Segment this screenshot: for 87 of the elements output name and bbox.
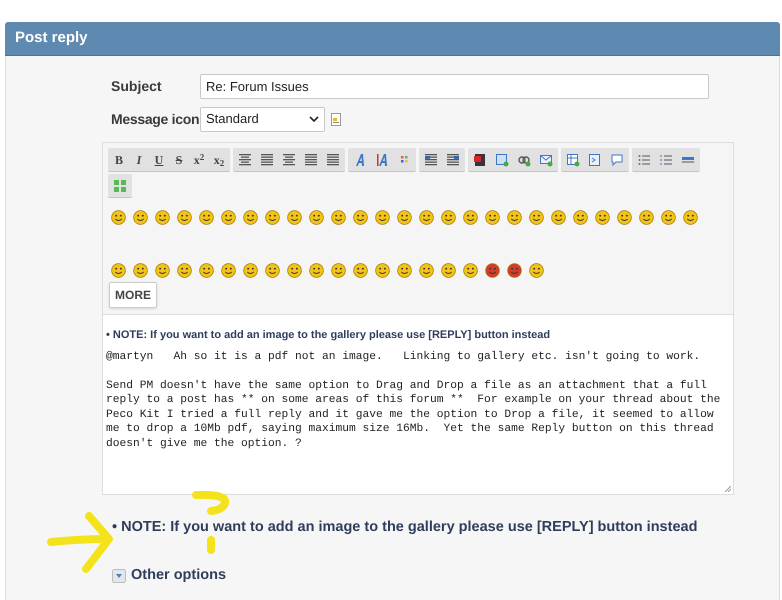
align-icon <box>239 154 251 166</box>
panel-title: Post reply <box>15 28 88 48</box>
bullet-list-icon <box>638 154 650 166</box>
smiley-icon[interactable] <box>199 210 214 225</box>
link-icon <box>518 154 530 166</box>
smiley-icon[interactable] <box>529 210 544 225</box>
smiley-icon[interactable] <box>397 210 412 225</box>
smiley-icon[interactable] <box>353 263 368 278</box>
subject-input[interactable]: Re: Forum Issues <box>200 74 709 98</box>
float-left-icon <box>425 154 437 166</box>
video-icon <box>474 154 486 166</box>
smiley-icon[interactable] <box>331 263 346 278</box>
smiley-icon[interactable] <box>441 263 456 278</box>
smiley-icon[interactable] <box>309 210 324 225</box>
code-icon <box>589 154 601 166</box>
speech-bubble-icon <box>611 154 623 166</box>
smiley-icon[interactable] <box>221 210 236 225</box>
smiley-icon[interactable] <box>133 263 148 278</box>
smiley-icon[interactable] <box>287 263 302 278</box>
other-options-toggle[interactable]: Other options <box>112 564 226 586</box>
align-right-icon <box>305 154 317 166</box>
smiley-icon[interactable] <box>661 210 676 225</box>
image-icon <box>496 154 508 166</box>
format-button[interactable]: I <box>129 148 149 172</box>
smiley-icon[interactable] <box>111 263 126 278</box>
smiley-icon[interactable] <box>485 263 500 278</box>
smiley-icon[interactable] <box>375 263 390 278</box>
table-icon <box>567 154 579 166</box>
chevron-down-icon <box>309 116 319 122</box>
smiley-icon[interactable] <box>419 210 434 225</box>
smiley-icon[interactable] <box>507 263 522 278</box>
smiley-icon[interactable] <box>529 263 544 278</box>
smiley-icon[interactable] <box>133 210 148 225</box>
arrow-scribble-drawing <box>46 512 114 574</box>
format-button[interactable]: B <box>109 148 129 172</box>
format-button[interactable]: x$_{2}$ <box>209 148 229 172</box>
align-center-icon <box>283 154 295 166</box>
smiley-icon[interactable] <box>375 210 390 225</box>
font-icon <box>354 154 366 166</box>
format-button[interactable]: U <box>149 148 169 172</box>
smiley-icon[interactable] <box>551 210 566 225</box>
smiley-icon[interactable] <box>485 210 500 225</box>
smiley-icon[interactable] <box>573 210 588 225</box>
message-icon-select[interactable]: Standard <box>200 106 325 132</box>
smiley-icon[interactable] <box>595 210 610 225</box>
smiley-icon[interactable] <box>463 263 478 278</box>
resize-handle-icon[interactable] <box>724 485 731 492</box>
textarea-note: • NOTE: If you want to add an image to the gallery please use [REPLY] button instead <box>106 328 552 343</box>
align-left-icon <box>261 154 273 166</box>
justify-icon <box>327 154 339 166</box>
smiley-icon[interactable] <box>683 210 698 225</box>
grid-icon <box>114 180 126 192</box>
gallery-note: • NOTE: If you want to add an image to the gallery please use [REPLY] button instead <box>112 518 698 537</box>
smiley-icon[interactable] <box>111 210 126 225</box>
message-textarea[interactable] <box>103 314 733 494</box>
format-button[interactable]: S <box>169 148 189 172</box>
subject-label: Subject <box>110 76 163 96</box>
smiley-icon[interactable] <box>155 263 170 278</box>
message-text: @martyn Ah so it is a pdf not an image. Linking to gallery etc. isn't going to work. Send PM doesn't have the same option to Drag and Drop a file as an attachment that a full reply to a post has ** on some areas of this forum ** For example on your thread about the Peco Kit I tried a full reply and it gave me the option to Drop a file, it seemed to allow me to drop a 10Mb pdf, saying maximum size 16Mb. Yet the same Reply button on this thread doesn't give me the option. ? <box>106 350 722 451</box>
smiley-icon[interactable] <box>221 263 236 278</box>
smiley-icon[interactable] <box>397 263 412 278</box>
float-right-icon <box>447 154 459 166</box>
smiley-icon[interactable] <box>265 210 280 225</box>
smiley-icon[interactable] <box>331 210 346 225</box>
smiley-icon[interactable] <box>155 210 170 225</box>
smiley-icon[interactable] <box>309 263 324 278</box>
smiley-icon[interactable] <box>243 263 258 278</box>
envelope-icon <box>540 154 552 166</box>
smiley-icon[interactable] <box>199 263 214 278</box>
smiley-icon[interactable] <box>639 210 654 225</box>
more-button[interactable]: MORE <box>109 282 157 308</box>
smiley-icon[interactable] <box>353 210 368 225</box>
smiley-icon[interactable] <box>287 210 302 225</box>
smiley-icon[interactable] <box>463 210 478 225</box>
numbered-list-icon <box>660 154 672 166</box>
font-size-icon <box>376 154 388 166</box>
smiley-icon[interactable] <box>441 210 456 225</box>
smiley-icon[interactable] <box>617 210 632 225</box>
smiley-icon[interactable] <box>507 210 522 225</box>
smiley-icon[interactable] <box>243 210 258 225</box>
smiley-icon[interactable] <box>419 263 434 278</box>
message-icon-label: Message icon <box>110 110 200 129</box>
smiley-icon[interactable] <box>177 210 192 225</box>
document-icon <box>331 112 341 126</box>
smiley-icon[interactable] <box>177 263 192 278</box>
smiley-icon[interactable] <box>265 263 280 278</box>
format-button[interactable]: x$^{2}$ <box>189 148 209 172</box>
